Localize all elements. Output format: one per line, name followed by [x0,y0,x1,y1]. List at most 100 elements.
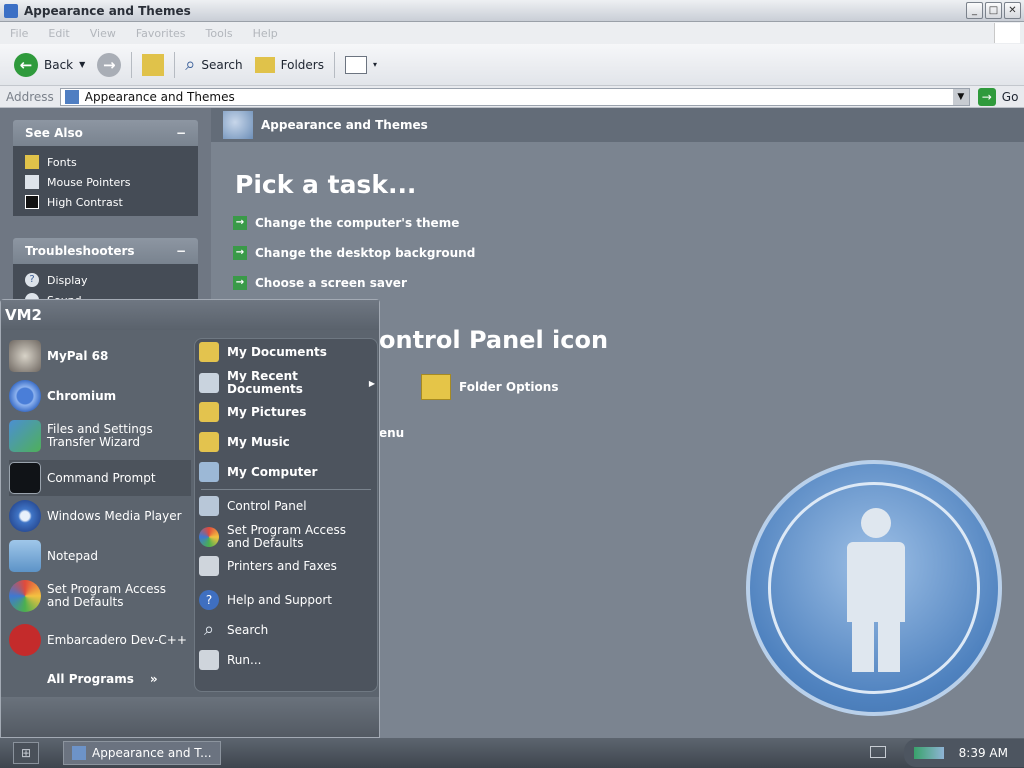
place-label: My Computer [227,465,318,479]
forward-button[interactable]: → [91,49,127,81]
task-screen-saver[interactable]: → Choose a screen saver [233,276,407,290]
maximize-button[interactable]: □ [985,2,1002,19]
folders-label: Folders [280,57,324,72]
keyboard-icon[interactable] [870,746,886,758]
program-mypal[interactable]: MyPal 68 [9,340,191,372]
system-printers[interactable]: Printers and Faxes [199,556,375,576]
pictures-icon [199,402,219,422]
back-arrow-icon: ← [14,52,38,77]
sidebar-item-label: Fonts [47,155,77,169]
menu-view[interactable]: View [90,27,116,40]
program-notepad[interactable]: Notepad [9,540,191,572]
place-label: My Recent Documents [227,369,303,396]
chevron-right-icon: ▶ [368,378,375,388]
program-transfer-wizard[interactable]: Files and Settings Transfer Wizard [9,420,191,452]
program-media-player[interactable]: Windows Media Player [9,500,191,532]
system-tray: 8:39 AM [904,739,1024,767]
place-recent-documents[interactable]: My Recent Documents ▶ [199,370,375,396]
menu-tools[interactable]: Tools [206,27,233,40]
menu-help[interactable]: Help [253,27,278,40]
see-also-header[interactable]: See Also − [13,120,198,146]
go-label: Go [1001,89,1019,104]
program-set-access[interactable]: Set Program Access and Defaults [9,580,191,612]
close-button[interactable]: ✕ [1004,2,1021,19]
sidebar-item-label: Mouse Pointers [47,175,131,189]
figure-head [861,508,891,538]
control-panel-icon [199,496,219,516]
chevron-down-icon: ▾ [372,60,377,69]
system-run[interactable]: Run... [199,650,375,670]
system-label: Search [227,623,269,637]
folder-options-label: Folder Options [459,380,559,394]
help-icon: ? [25,273,39,287]
sidebar-item-fonts[interactable]: Fonts [25,152,198,172]
search-button[interactable]: ⌕ Search [179,50,248,79]
up-button[interactable] [136,50,170,80]
system-label: Printers and Faxes [227,559,337,573]
program-label: Chromium [47,389,117,403]
user-figure-icon [746,460,1002,716]
folder-options-item[interactable]: Folder Options [421,374,558,400]
system-label: Control Panel [227,499,307,513]
system-help[interactable]: ? Help and Support [199,590,375,610]
folders-icon [254,56,275,73]
run-icon [199,650,219,670]
system-label: Help and Support [227,593,332,607]
address-input[interactable]: Appearance and Themes ▼ [59,87,970,106]
title-bar: Appearance and Themes _ □ ✕ [0,0,1024,22]
menu-bar: File Edit View Favorites Tools Help [0,22,1024,44]
arrow-icon: → [233,246,247,260]
program-label: Files and Settings Transfer Wizard [47,422,153,449]
appearance-themes-icon [223,111,253,139]
window-title: Appearance and Themes [24,3,191,18]
sidebar-item-high-contrast[interactable]: High Contrast [25,192,198,212]
program-access-icon [9,580,41,612]
recent-documents-icon [199,373,219,393]
views-button[interactable]: ▾ [339,52,383,78]
go-button[interactable]: → Go [970,87,1019,106]
forward-arrow-icon: → [97,52,122,77]
folders-button[interactable]: Folders [249,53,330,77]
see-also-title: See Also [25,126,83,140]
start-menu-footer [1,697,379,737]
search-icon: ⌕ [185,54,196,75]
place-my-computer[interactable]: My Computer [199,462,375,482]
taskbar-menu-item[interactable]: enu [379,426,404,440]
documents-icon [199,342,219,362]
all-programs-button[interactable]: All Programs » [47,672,158,686]
task-change-background[interactable]: → Change the desktop background [233,246,475,260]
place-my-music[interactable]: My Music [199,432,375,452]
system-control-panel[interactable]: Control Panel [199,496,375,516]
all-programs-label: All Programs [47,672,134,686]
chromium-icon [9,380,41,412]
sidebar-item-display[interactable]: ? Display [25,270,198,290]
troubleshooters-header[interactable]: Troubleshooters − [13,238,198,264]
troubleshooters-title: Troubleshooters [25,244,135,258]
place-my-pictures[interactable]: My Pictures [199,402,375,422]
task-change-theme[interactable]: → Change the computer's theme [233,216,459,230]
system-set-access[interactable]: Set Program Access and Defaults [199,524,375,550]
double-chevron-icon: » [149,672,158,686]
start-button[interactable]: ⊞ [13,742,39,764]
see-also-box: See Also − Fonts Mouse Pointers High Con… [13,120,198,216]
sidebar-item-label: High Contrast [47,195,123,209]
taskbar-item-appearance[interactable]: Appearance and T... [63,741,221,765]
sidebar-item-mouse-pointers[interactable]: Mouse Pointers [25,172,198,192]
program-command-prompt[interactable]: Command Prompt [9,460,191,496]
program-devcpp[interactable]: Embarcadero Dev-C++ [9,624,191,656]
mouse-icon [25,175,39,189]
place-my-documents[interactable]: My Documents [199,342,375,362]
menu-edit[interactable]: Edit [48,27,69,40]
menu-file[interactable]: File [10,27,28,40]
program-chromium[interactable]: Chromium [9,380,191,412]
clock[interactable]: 8:39 AM [959,746,1008,760]
chevron-down-icon[interactable]: ▼ [952,88,969,105]
start-menu-user: VM2 [1,300,379,330]
minimize-button[interactable]: _ [966,2,983,19]
menu-favorites[interactable]: Favorites [136,27,186,40]
program-label: Notepad [47,549,98,563]
back-button[interactable]: ← Back ▼ [8,49,91,81]
system-search[interactable]: ⌕ Search [199,620,375,640]
tray-icons[interactable] [914,747,944,759]
address-bar: Address Appearance and Themes ▼ → Go [0,86,1024,108]
